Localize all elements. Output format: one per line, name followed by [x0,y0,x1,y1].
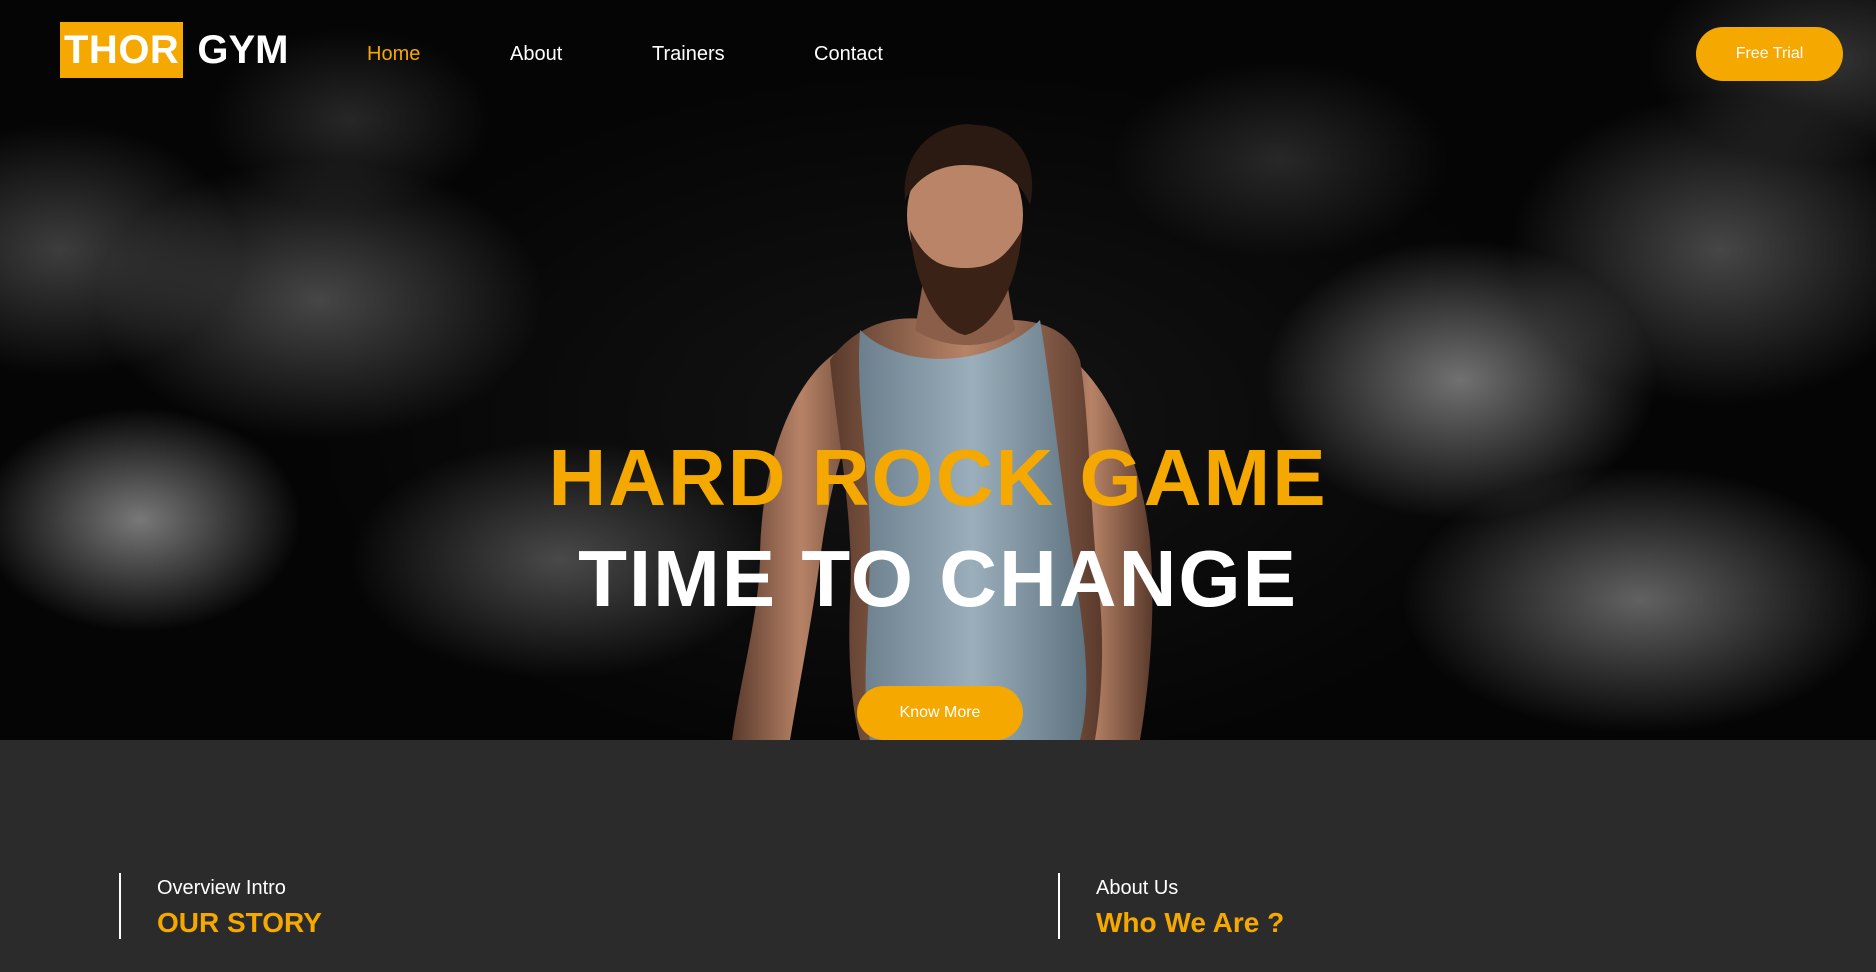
hero-headline-secondary: TIME TO CHANGE [578,534,1298,623]
overview-intro-block: Overview Intro OUR STORY [119,873,322,939]
free-trial-button[interactable]: Free Trial [1696,27,1843,81]
hero-section [0,0,1876,740]
nav-contact[interactable]: Contact [814,40,883,68]
nav-home[interactable]: Home [367,40,420,68]
logo-highlight: THOR [60,22,184,78]
about-us-block: About Us Who We Are ? [1058,873,1284,939]
section-kicker: Overview Intro [157,877,286,899]
know-more-button[interactable]: Know More [857,686,1023,740]
brand-logo[interactable]: THOR GYM [60,22,288,78]
logo-text: GYM [197,27,289,72]
section-kicker: About Us [1096,877,1179,899]
section-title: Who We Are ? [1096,907,1285,938]
hero-headline-primary: HARD ROCK GAME [548,433,1328,522]
hero-person-image [732,124,1153,740]
nav-trainers[interactable]: Trainers [652,40,725,68]
section-title: OUR STORY [157,907,322,938]
nav-about[interactable]: About [510,40,562,68]
